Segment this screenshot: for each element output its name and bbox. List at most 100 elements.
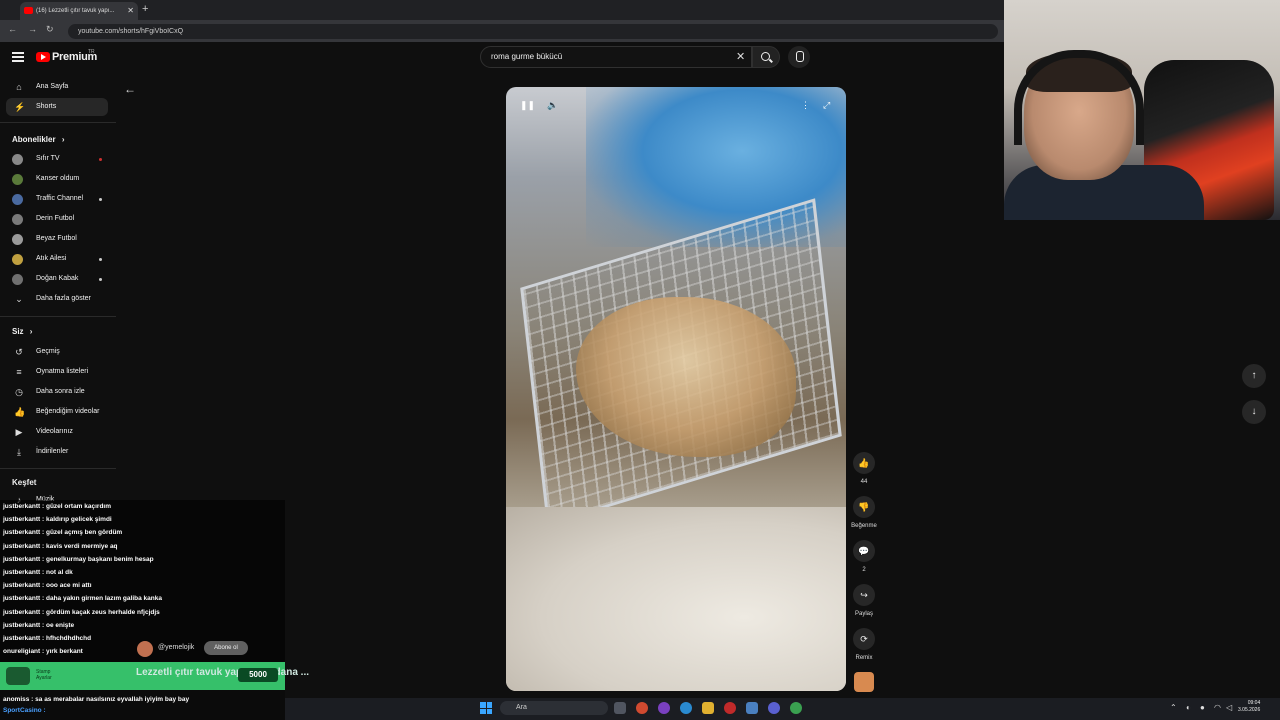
back-button[interactable]: ← <box>8 24 17 34</box>
chat-username[interactable]: justberkantt <box>3 569 40 576</box>
remix-button[interactable]: ⟳ <box>853 628 875 650</box>
sidebar-item-subscription[interactable]: Doğan Kabak <box>6 270 108 288</box>
tab-title: (16) Lezzetli çıtır tavuk yapı... <box>36 8 115 14</box>
more-options-icon[interactable]: ⋮ <box>801 100 810 111</box>
chat-username[interactable]: justberkantt <box>3 516 40 523</box>
sidebar-item-subscription[interactable]: Sıfır TV <box>6 150 108 168</box>
chat-text: yırk berkant <box>45 648 83 656</box>
channel-name[interactable]: @yemelojik <box>158 644 194 651</box>
comment-icon: 💬 <box>858 546 870 556</box>
voice-search-button[interactable] <box>788 46 810 68</box>
sidebar-item-subscription[interactable]: Derin Futbol <box>6 210 108 228</box>
you-heading-label: Siz <box>12 327 24 336</box>
windows-start-icon[interactable] <box>480 702 492 714</box>
chat-message: justberkantt : hfhchdhdhchd <box>3 635 91 642</box>
subscriptions-heading[interactable]: Abonelikler › <box>12 135 64 144</box>
chat-username[interactable]: justberkantt <box>3 582 40 589</box>
app-icon[interactable] <box>658 702 670 714</box>
chat-username[interactable]: justberkantt <box>3 543 40 550</box>
history-icon: ↺ <box>15 347 23 357</box>
video-frame-flour <box>506 507 846 691</box>
subscribe-button[interactable]: Abone ol <box>204 641 248 655</box>
sidebar-item-label: Ana Sayfa <box>36 83 69 90</box>
wifi-icon[interactable]: ◠ <box>1214 703 1221 712</box>
chat-text: sa as merabalar nasılsınız eyvallah iyiy… <box>35 696 190 703</box>
previous-short-button[interactable]: ↑ <box>1242 364 1266 388</box>
url-field[interactable]: youtube.com/shorts/hFgiVboICxQ <box>68 24 998 39</box>
new-tab-button[interactable]: + <box>142 3 148 15</box>
chrome-icon[interactable] <box>790 702 802 714</box>
tab-close-icon[interactable]: ✕ <box>127 2 134 20</box>
tray-overflow-icon[interactable]: ⌃ <box>1170 703 1177 712</box>
forward-button[interactable]: → <box>28 24 37 34</box>
sidebar-item-label: Derin Futbol <box>36 215 75 222</box>
chat-username[interactable]: justberkantt <box>3 556 40 563</box>
youtube-logo-icon[interactable] <box>36 52 50 62</box>
chat-username[interactable]: justberkantt <box>3 503 40 510</box>
channel-avatar[interactable] <box>137 641 153 657</box>
share-button[interactable]: ↪ <box>853 584 875 606</box>
sidebar-item-subscription[interactable]: Traffic Channel <box>6 190 108 208</box>
chat-username[interactable]: anomiss <box>3 696 29 703</box>
chat-username[interactable]: justberkantt <box>3 529 40 536</box>
sidebar-item-downloads[interactable]: ⤓ İndirilenler <box>6 443 108 461</box>
edge-browser-icon[interactable] <box>680 702 692 714</box>
search-button[interactable] <box>752 46 780 68</box>
youtube-favicon-icon <box>24 7 33 14</box>
donation-sender: Stamp Ayarlar <box>36 669 52 681</box>
search-input[interactable]: roma gurme bükücü <box>480 46 752 68</box>
sidebar-item-playlists[interactable]: ≡ Oynatma listeleri <box>6 363 108 381</box>
back-arrow-icon[interactable]: ← <box>124 82 136 96</box>
sidebar-item-liked-videos[interactable]: 👍 Beğendiğim videolar <box>6 403 108 421</box>
chat-username[interactable]: onureligiant <box>3 648 40 655</box>
sidebar-item-your-videos[interactable]: ▶ Videolarınız <box>6 423 108 441</box>
discord-icon[interactable] <box>768 702 780 714</box>
show-more-button[interactable]: ⌄ Daha fazla göster <box>6 290 108 308</box>
remix-icon: ⟳ <box>860 634 868 644</box>
file-explorer-icon[interactable] <box>702 702 714 714</box>
like-button[interactable]: 👍 <box>853 452 875 474</box>
sidebar-item-home[interactable]: ⌂ Ana Sayfa <box>6 78 108 96</box>
comments-button[interactable]: 💬 <box>853 540 875 562</box>
you-heading[interactable]: Siz › <box>12 327 32 336</box>
clear-search-icon[interactable]: ✕ <box>736 50 745 63</box>
sidebar-item-subscription[interactable]: Atık Ailesi <box>6 250 108 268</box>
hamburger-menu-icon[interactable] <box>12 52 24 62</box>
microphone-icon[interactable]: ● <box>1200 703 1205 712</box>
thumbs-up-icon: 👍 <box>858 458 870 468</box>
sidebar-item-shorts[interactable]: ⚡ Shorts <box>6 98 108 116</box>
pause-icon[interactable]: ❚❚ <box>520 100 535 111</box>
dislike-button[interactable]: 👎 <box>853 496 875 518</box>
speaker-icon[interactable]: ◁ <box>1226 703 1232 712</box>
chat-message: justberkantt : kaldırıp gelicek şimdi <box>3 516 112 523</box>
app-icon[interactable] <box>746 702 758 714</box>
volume-icon[interactable]: 🔈 <box>547 100 558 111</box>
task-view-icon[interactable] <box>614 702 626 714</box>
audio-source-thumbnail[interactable] <box>854 672 874 692</box>
network-icon[interactable]: ◐ <box>1186 703 1191 712</box>
chat-username[interactable]: justberkantt <box>3 609 40 616</box>
fullscreen-icon[interactable]: ⤢ <box>823 100 830 111</box>
stream-chat-bottom <box>0 690 285 720</box>
chat-username[interactable]: justberkantt <box>3 595 40 602</box>
taskbar-search[interactable]: Ara <box>500 701 608 715</box>
app-icon[interactable] <box>636 702 648 714</box>
app-icon[interactable] <box>724 702 736 714</box>
sidebar-item-history[interactable]: ↺ Geçmiş <box>6 343 108 361</box>
system-clock[interactable]: 09:04 3.05.2026 <box>1238 700 1260 714</box>
reload-button[interactable]: ↻ <box>46 24 54 35</box>
chat-username[interactable]: SportCasino <box>3 707 42 714</box>
sidebar-item-watch-later[interactable]: ◷ Daha sonra izle <box>6 383 108 401</box>
remix-label: Remix <box>855 655 873 661</box>
chat-username[interactable]: justberkantt <box>3 622 40 629</box>
sidebar-item-subscription[interactable]: Kanser oldum <box>6 170 108 188</box>
thumbs-up-icon: 👍 <box>14 407 26 417</box>
browser-tab-bar <box>0 0 1004 20</box>
next-short-button[interactable]: ↓ <box>1242 400 1266 424</box>
share-label: Paylaş <box>854 611 873 617</box>
chat-text: not al dk <box>45 569 73 576</box>
sidebar-item-subscription[interactable]: Beyaz Futbol <box>6 230 108 248</box>
shorts-video-player[interactable] <box>506 87 846 691</box>
chat-username[interactable]: justberkantt <box>3 635 40 642</box>
browser-tab[interactable]: (16) Lezzetli çıtır tavuk yapı... ✕ <box>20 2 138 20</box>
